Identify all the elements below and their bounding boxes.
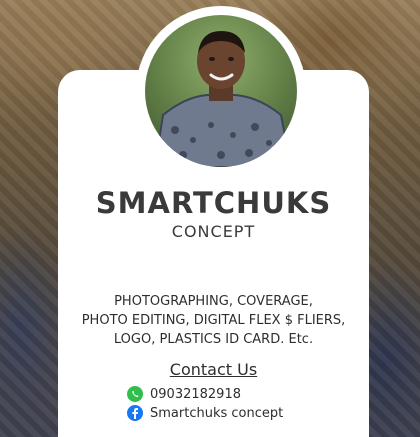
facebook-page-name: Smartchuks concept [150, 405, 284, 421]
brand-subtitle: CONCEPT [171, 222, 256, 241]
phone-row: 09032182918 [127, 386, 241, 402]
facebook-row: Smartchuks concept [127, 405, 283, 421]
avatar [145, 15, 297, 167]
brand-name: SMARTCHUKS [95, 186, 332, 220]
services-line: LOGO, PLASTICS ID CARD. Etc. [113, 332, 314, 347]
phone-number: 09032182918 [150, 386, 241, 402]
services-list: PHOTOGRAPHING, COVERAGE, PHOTO EDITING, … [58, 292, 369, 349]
services-line: PHOTOGRAPHING, COVERAGE, [114, 294, 313, 309]
contact-title: Contact Us [169, 360, 258, 379]
facebook-icon [127, 405, 143, 421]
whatsapp-icon [127, 386, 143, 402]
services-line: PHOTO EDITING, DIGITAL FLEX $ FLIERS, [81, 313, 346, 328]
